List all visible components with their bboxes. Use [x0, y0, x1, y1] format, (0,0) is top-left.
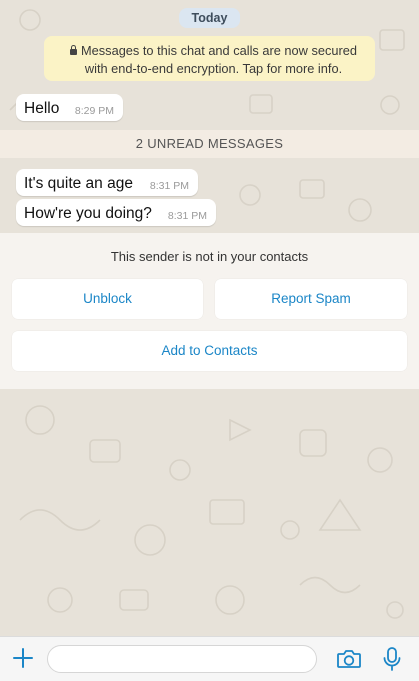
message-bubble[interactable]: It's quite an age 8:31 PM [16, 169, 198, 196]
unblock-button[interactable]: Unblock [12, 279, 203, 319]
report-spam-button[interactable]: Report Spam [215, 279, 407, 319]
message-text: How're you doing? [24, 205, 152, 222]
message-time: 8:29 PM [74, 105, 114, 117]
unknown-sender-panel: This sender is not in your contacts Unbl… [0, 233, 419, 389]
message-time: 8:31 PM [149, 180, 189, 192]
encryption-notice[interactable]: Messages to this chat and calls are now … [44, 36, 375, 81]
message-text: Hello [24, 100, 60, 117]
encryption-notice-text: Messages to this chat and calls are now … [81, 43, 357, 76]
add-to-contacts-button[interactable]: Add to Contacts [12, 331, 407, 371]
message-input[interactable] [47, 645, 317, 673]
message-bubble[interactable]: How're you doing? 8:31 PM [16, 199, 216, 226]
plus-icon[interactable] [12, 647, 34, 669]
message-bubble[interactable]: Hello 8:29 PM [16, 94, 123, 121]
date-separator: Today [178, 8, 241, 28]
microphone-icon[interactable] [381, 646, 403, 672]
message-text: It's quite an age [24, 175, 133, 192]
composer-bar [0, 636, 419, 681]
message-time: 8:31 PM [167, 210, 207, 222]
unknown-sender-notice: This sender is not in your contacts [110, 249, 309, 264]
camera-icon[interactable] [336, 648, 362, 670]
lock-icon [70, 45, 77, 55]
unread-messages-banner: 2 UNREAD MESSAGES [0, 130, 419, 158]
